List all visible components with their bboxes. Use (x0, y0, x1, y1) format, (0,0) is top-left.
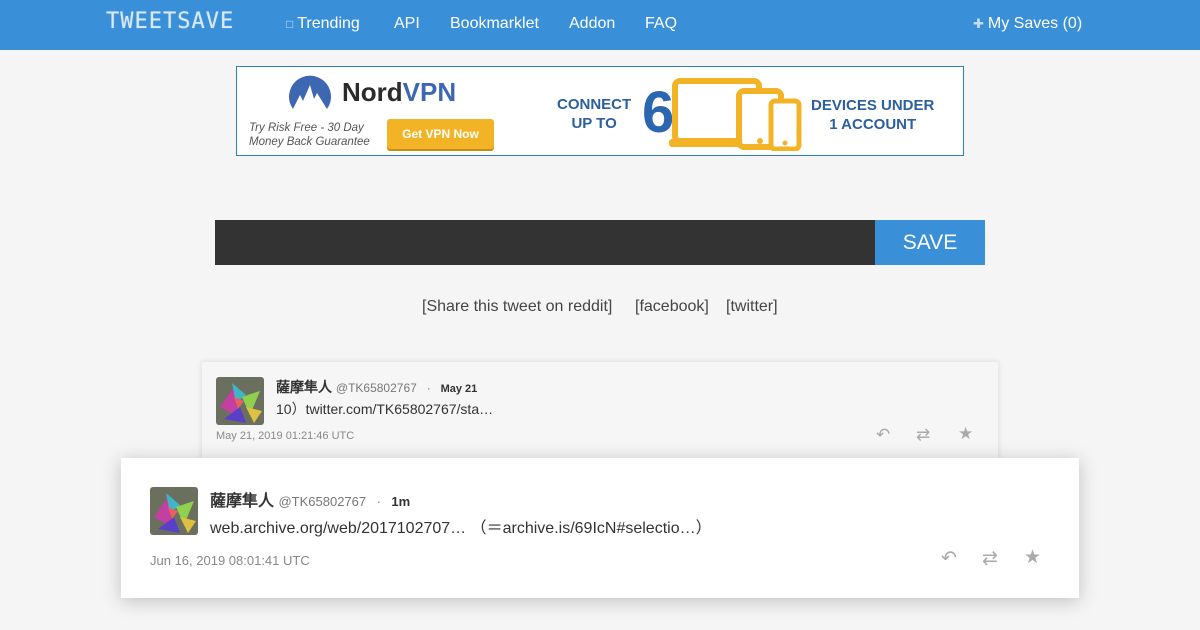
nordvpn-wordmark-a: Nord (342, 77, 403, 107)
favorite-icon[interactable]: ★ (958, 424, 973, 444)
tweet-date[interactable]: 1m (391, 494, 410, 509)
avatar[interactable] (150, 487, 198, 535)
ad-connect-text: CONNECT UP TO (557, 95, 631, 133)
tweet-text: web.archive.org/web/2017102707… （＝archiv… (210, 520, 712, 537)
retweet-icon[interactable]: ⇄ (982, 547, 998, 570)
author-handle[interactable]: @TK65802767 (278, 494, 366, 509)
navbar: TWEETSAVE □ Trending API Bookmarklet Addo… (0, 0, 1200, 50)
author-handle[interactable]: @TK65802767 (336, 381, 417, 395)
main-tweet-card: 薩摩隼人 @TK65802767 · 1m web.archive.org/we… (121, 458, 1079, 598)
nav-api[interactable]: API (394, 15, 420, 33)
tweet-url-input[interactable] (215, 220, 875, 265)
nordvpn-wordmark-b: VPN (402, 77, 457, 107)
my-saves-label: My Saves (0) (987, 15, 1083, 32)
ad-banner[interactable]: NordVPN Try Risk Free - 30 Day Money Bac… (236, 66, 964, 156)
nav-trending-label: Trending (297, 15, 360, 32)
tweet-author: 薩摩隼人 @TK65802767 · 1m (210, 487, 410, 511)
tweet-date[interactable]: May 21 (441, 383, 478, 395)
separator-dot: · (426, 381, 431, 395)
ad-connect-line1: CONNECT (557, 96, 632, 113)
nordvpn-logo-icon (289, 75, 331, 109)
quoted-tweet-card: 薩摩隼人 @TK65802767 · May 21 10）twitter.com… (202, 362, 998, 460)
tweet-author: 薩摩隼人 @TK65802767 · May 21 (276, 377, 477, 397)
trending-icon: □ (286, 17, 294, 31)
author-name[interactable]: 薩摩隼人 (276, 379, 332, 395)
save-button[interactable]: SAVE (875, 220, 985, 265)
nav-faq[interactable]: FAQ (645, 15, 677, 33)
ad-guarantee-line1: Try Risk Free - 30 Day (249, 122, 364, 134)
my-saves-link[interactable]: ✚ My Saves (0) (973, 15, 1082, 33)
reply-icon[interactable]: ↶ (876, 425, 890, 445)
ad-connect-line2: UP TO (571, 115, 617, 132)
avatar[interactable] (216, 377, 264, 425)
tweet-timestamp: Jun 16, 2019 08:01:41 UTC (150, 553, 310, 568)
favorite-icon[interactable]: ★ (1024, 546, 1041, 569)
separator-dot: · (376, 494, 381, 509)
ad-devices-line1: DEVICES UNDER (811, 97, 935, 114)
author-name[interactable]: 薩摩隼人 (210, 493, 274, 510)
ad-guarantee-line2: Money Back Guarantee (249, 136, 370, 148)
tweet-text: 10）twitter.com/TK65802767/sta… (276, 401, 494, 417)
ad-devices-line2: 1 ACCOUNT (829, 116, 917, 133)
retweet-icon[interactable]: ⇄ (916, 425, 930, 445)
nav-trending[interactable]: □ Trending (286, 15, 360, 33)
ad-guarantee-text: Try Risk Free - 30 Day Money Back Guaran… (249, 121, 370, 149)
nav-addon[interactable]: Addon (569, 15, 615, 33)
get-vpn-button[interactable]: Get VPN Now (387, 119, 494, 149)
plus-circle-icon: ✚ (973, 16, 984, 31)
ad-devices-text: DEVICES UNDER 1 ACCOUNT (811, 96, 934, 134)
site-logo[interactable]: TWEETSAVE (106, 9, 234, 34)
devices-icon (669, 78, 802, 151)
share-facebook-link[interactable]: [facebook] (635, 298, 709, 316)
nav-bookmarklet[interactable]: Bookmarklet (450, 15, 539, 33)
share-reddit-link[interactable]: [Share this tweet on reddit] (422, 298, 612, 316)
nordvpn-wordmark: NordVPN (342, 77, 456, 108)
tweet-timestamp: May 21, 2019 01:21:46 UTC (216, 430, 355, 442)
share-twitter-link[interactable]: [twitter] (726, 298, 778, 316)
reply-icon[interactable]: ↶ (941, 547, 957, 570)
